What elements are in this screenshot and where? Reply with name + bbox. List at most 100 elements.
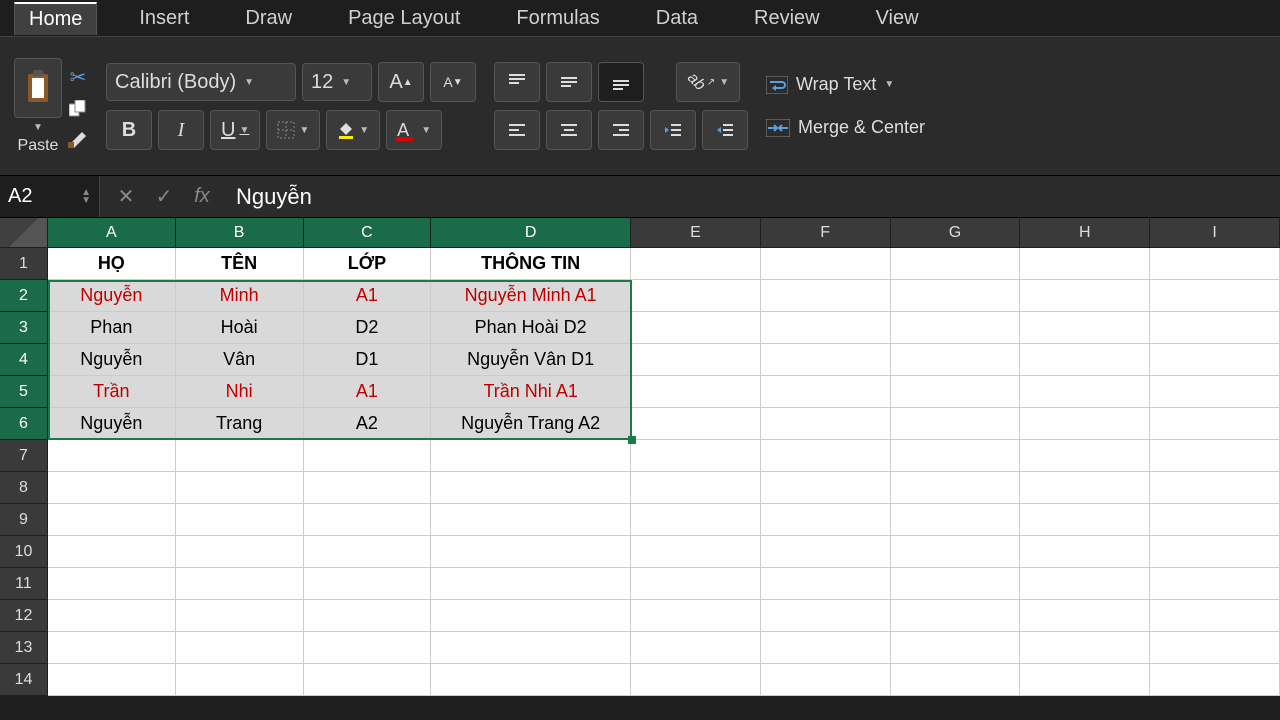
cell-C10[interactable] [304,536,432,568]
cell-D5[interactable]: Trần Nhi A1 [431,376,631,408]
column-header-D[interactable]: D [431,218,631,248]
cell-B4[interactable]: Vân [176,344,304,376]
column-header-B[interactable]: B [176,218,304,248]
cell-E3[interactable] [631,312,761,344]
formula-input[interactable] [228,176,1280,217]
cell-B9[interactable] [176,504,304,536]
cell-H12[interactable] [1020,600,1150,632]
cell-G2[interactable] [891,280,1021,312]
cell-C13[interactable] [304,632,432,664]
column-header-A[interactable]: A [48,218,176,248]
select-all-corner[interactable] [0,218,48,248]
cell-B11[interactable] [176,568,304,600]
cell-A13[interactable] [48,632,176,664]
cell-D3[interactable]: Phan Hoài D2 [431,312,631,344]
cell-D7[interactable] [431,440,631,472]
cell-I12[interactable] [1150,600,1280,632]
cell-C11[interactable] [304,568,432,600]
cell-E8[interactable] [631,472,761,504]
cell-E11[interactable] [631,568,761,600]
tab-page-layout[interactable]: Page Layout [334,3,474,34]
name-box-arrows[interactable]: ▲▼ [81,189,91,205]
spreadsheet-grid[interactable]: ABCDEFGHI1HỌTÊNLỚPTHÔNG TIN2NguyễnMinhA1… [0,218,1280,696]
column-header-F[interactable]: F [761,218,891,248]
cell-A1[interactable]: HỌ [48,248,176,280]
font-size-select[interactable]: 12▼ [302,63,372,101]
cell-H4[interactable] [1020,344,1150,376]
cell-E6[interactable] [631,408,761,440]
insert-function-button[interactable]: fx [190,185,214,209]
cell-D6[interactable]: Nguyễn Trang A2 [431,408,631,440]
name-box[interactable]: A2 ▲▼ [0,176,100,217]
cell-B14[interactable] [176,664,304,696]
cell-E13[interactable] [631,632,761,664]
cell-E5[interactable] [631,376,761,408]
cell-D4[interactable]: Nguyễn Vân D1 [431,344,631,376]
row-header-12[interactable]: 12 [0,600,48,632]
tab-home[interactable]: Home [14,2,97,35]
row-header-5[interactable]: 5 [0,376,48,408]
tab-review[interactable]: Review [740,3,834,34]
cell-G8[interactable] [891,472,1021,504]
cell-A9[interactable] [48,504,176,536]
column-header-C[interactable]: C [304,218,432,248]
cell-C7[interactable] [304,440,432,472]
cell-H3[interactable] [1020,312,1150,344]
cell-E2[interactable] [631,280,761,312]
column-header-G[interactable]: G [891,218,1021,248]
cell-G10[interactable] [891,536,1021,568]
cell-G13[interactable] [891,632,1021,664]
cell-F4[interactable] [761,344,891,376]
cell-D2[interactable]: Nguyễn Minh A1 [431,280,631,312]
cell-H6[interactable] [1020,408,1150,440]
italic-button[interactable]: I [158,110,204,150]
cell-I11[interactable] [1150,568,1280,600]
cell-A7[interactable] [48,440,176,472]
cell-B3[interactable]: Hoài [176,312,304,344]
cell-I14[interactable] [1150,664,1280,696]
cell-G5[interactable] [891,376,1021,408]
row-header-3[interactable]: 3 [0,312,48,344]
cell-I4[interactable] [1150,344,1280,376]
cell-H7[interactable] [1020,440,1150,472]
cell-F2[interactable] [761,280,891,312]
cell-B2[interactable]: Minh [176,280,304,312]
increase-indent-button[interactable] [702,110,748,150]
cell-F11[interactable] [761,568,891,600]
row-header-10[interactable]: 10 [0,536,48,568]
cell-C9[interactable] [304,504,432,536]
cell-G14[interactable] [891,664,1021,696]
borders-button[interactable]: ▼ [266,110,320,150]
tab-view[interactable]: View [862,3,933,34]
cell-B13[interactable] [176,632,304,664]
cell-H9[interactable] [1020,504,1150,536]
cell-B1[interactable]: TÊN [176,248,304,280]
cell-I9[interactable] [1150,504,1280,536]
cell-F3[interactable] [761,312,891,344]
cell-C2[interactable]: A1 [304,280,432,312]
cell-G1[interactable] [891,248,1021,280]
bold-button[interactable]: B [106,110,152,150]
cell-A12[interactable] [48,600,176,632]
cell-C12[interactable] [304,600,432,632]
cell-I3[interactable] [1150,312,1280,344]
row-header-1[interactable]: 1 [0,248,48,280]
cell-G6[interactable] [891,408,1021,440]
row-header-14[interactable]: 14 [0,664,48,696]
cell-B7[interactable] [176,440,304,472]
cell-C4[interactable]: D1 [304,344,432,376]
cell-E12[interactable] [631,600,761,632]
underline-button[interactable]: U ▼ [210,110,260,150]
cell-G3[interactable] [891,312,1021,344]
column-header-I[interactable]: I [1150,218,1280,248]
cell-F5[interactable] [761,376,891,408]
cell-A3[interactable]: Phan [48,312,176,344]
cell-E10[interactable] [631,536,761,568]
cell-A4[interactable]: Nguyễn [48,344,176,376]
cell-G9[interactable] [891,504,1021,536]
wrap-text-button[interactable]: Wrap Text ▼ [766,74,925,95]
cell-F10[interactable] [761,536,891,568]
row-header-8[interactable]: 8 [0,472,48,504]
cell-E1[interactable] [631,248,761,280]
align-top-button[interactable] [494,62,540,102]
